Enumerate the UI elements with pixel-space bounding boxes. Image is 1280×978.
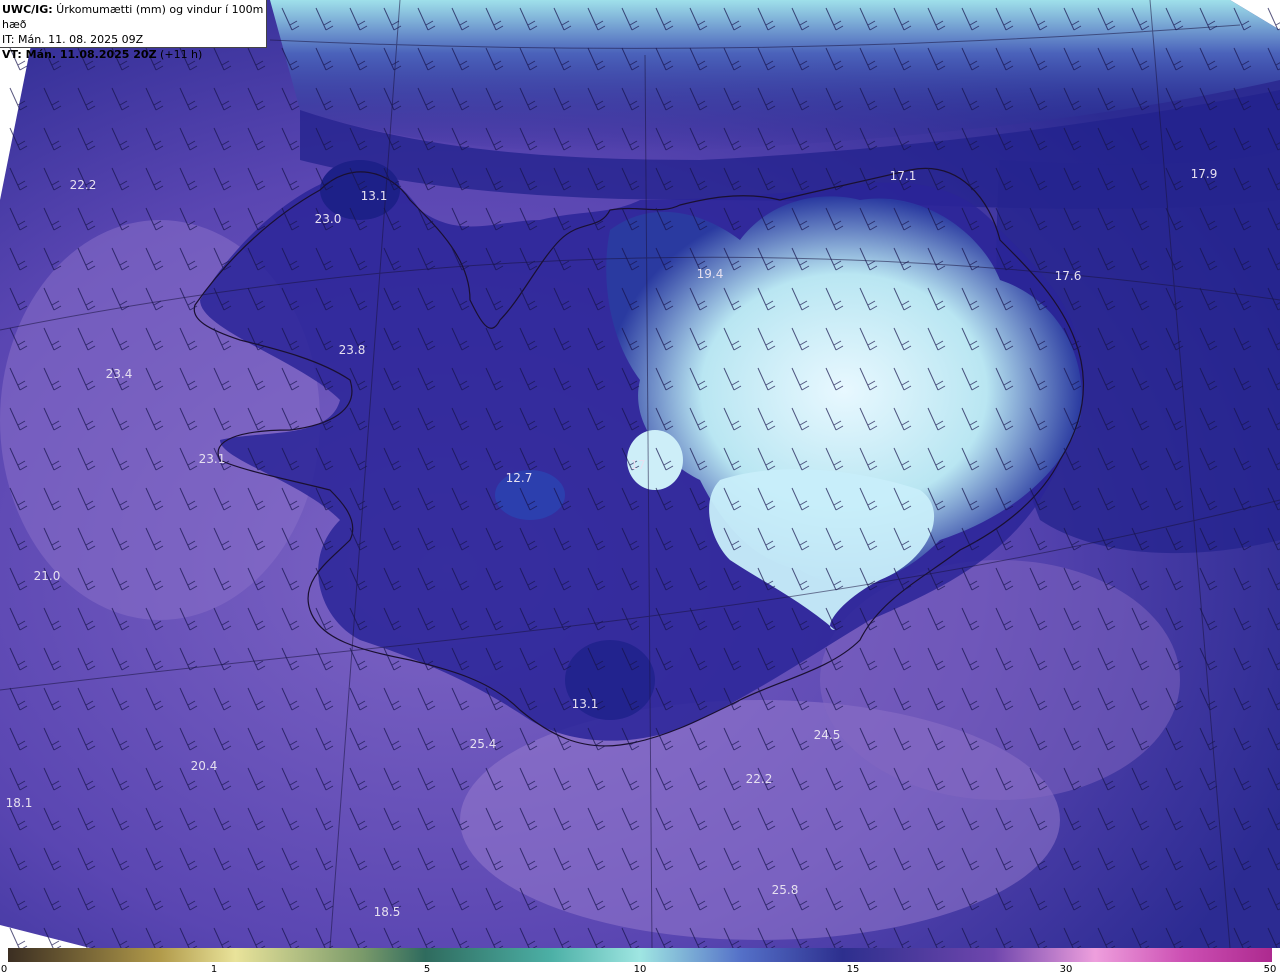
station-value: 22.2 [70, 178, 97, 192]
station-value: 25.8 [772, 883, 799, 897]
station-value: 18.1 [6, 796, 33, 810]
station-value: 17 [630, 458, 645, 472]
colorbar-tick: 50 [1263, 964, 1277, 975]
station-value: 20.4 [191, 759, 218, 773]
info-box: UWC/IG: Úrkomumætti (mm) og vindur í 100… [0, 0, 267, 61]
colorbar: 0 1 5 10 15 30 50 [0, 948, 1280, 978]
station-value: 24.5 [814, 728, 841, 742]
station-value: 19.4 [697, 267, 724, 281]
station-value: 23.8 [339, 343, 366, 357]
colorbar-gradient [8, 948, 1272, 962]
precipitation-map: 22.2 13.1 23.0 17.1 17.9 19.4 17.6 23.8 … [0, 0, 1280, 948]
colorbar-tick: 10 [633, 964, 647, 975]
colorbar-tick: 1 [210, 964, 218, 975]
station-value: 22.2 [746, 772, 773, 786]
station-value: 23.4 [106, 367, 133, 381]
station-value: 21.0 [34, 569, 61, 583]
product-label: UWC/IG: [2, 3, 53, 16]
colorbar-tick: 15 [846, 964, 860, 975]
station-value: 18.5 [374, 905, 401, 919]
init-time: IT: Mán. 11. 08. 2025 09Z [2, 33, 144, 46]
station-value: 12.7 [506, 471, 533, 485]
station-value: 23.1 [199, 452, 226, 466]
valid-offset: (+11 h) [156, 48, 203, 61]
wind-barbs [0, 0, 1280, 948]
station-value: 17.6 [1055, 269, 1082, 283]
station-value: 25.4 [470, 737, 497, 751]
colorbar-tick: 30 [1059, 964, 1073, 975]
station-value: 17.1 [890, 169, 917, 183]
colorbar-tick: 0 [0, 964, 8, 975]
station-value: 13.1 [572, 697, 599, 711]
colorbar-tick: 5 [423, 964, 431, 975]
station-value: 17.9 [1191, 167, 1218, 181]
valid-time: VT: Mán. 11.08.2025 20Z [2, 48, 157, 61]
station-value: 13.1 [361, 189, 388, 203]
station-value: 23.0 [315, 212, 342, 226]
